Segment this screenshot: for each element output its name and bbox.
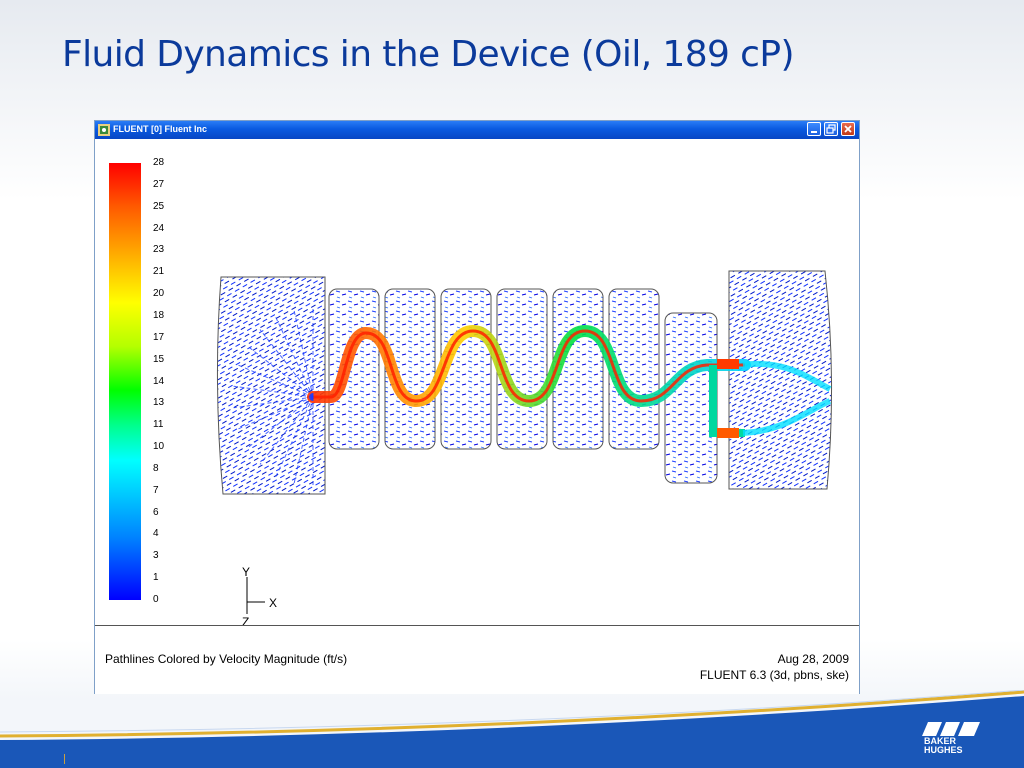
graphics-viewport[interactable]: 28 27 25 24 23 21 20 18 17 15 14 13 11 10 8 7 6 4 3 1 0 <box>95 139 859 625</box>
device-chamber <box>328 288 380 450</box>
plot-description: Pathlines Colored by Velocity Magnitude … <box>105 652 348 666</box>
window-titlebar[interactable]: FLUENT [0] Fluent Inc <box>95 121 859 139</box>
plot-date: Aug 28, 2009 <box>777 652 849 666</box>
slide-title: Fluid Dynamics in the Device (Oil, 189 c… <box>62 34 795 75</box>
window-title: FLUENT [0] Fluent Inc <box>113 124 207 134</box>
minimize-icon <box>811 131 817 133</box>
restore-button[interactable] <box>824 122 838 136</box>
axis-triad: Y X Z <box>242 565 277 625</box>
inlet-chamber <box>216 276 326 495</box>
minimize-button[interactable] <box>807 122 821 136</box>
axis-z-label: Z <box>242 615 249 625</box>
close-button[interactable] <box>841 122 855 136</box>
solver-version: FLUENT 6.3 (3d, pbns, ske) <box>699 668 849 682</box>
fluent-app-icon <box>98 124 110 136</box>
info-panel: Pathlines Colored by Velocity Magnitude … <box>95 625 859 694</box>
axis-y-label: Y <box>242 565 250 579</box>
footer-swoosh <box>0 690 1024 768</box>
axis-x-label: X <box>269 596 277 610</box>
baker-hughes-logo-icon <box>922 722 980 736</box>
fluent-window: FLUENT [0] Fluent Inc 28 27 25 24 23 21 20 18 17… <box>94 120 860 694</box>
logo-line-2: HUGHES <box>924 745 963 755</box>
pathlines-scene: Y X Z <box>216 270 833 625</box>
outlet-jet-lower <box>717 428 739 438</box>
company-logo-text: BAKER HUGHES <box>924 737 963 755</box>
page-marker <box>64 754 65 764</box>
close-icon <box>844 125 852 133</box>
restore-icon <box>826 124 836 134</box>
outlet-jet-upper <box>717 359 739 369</box>
